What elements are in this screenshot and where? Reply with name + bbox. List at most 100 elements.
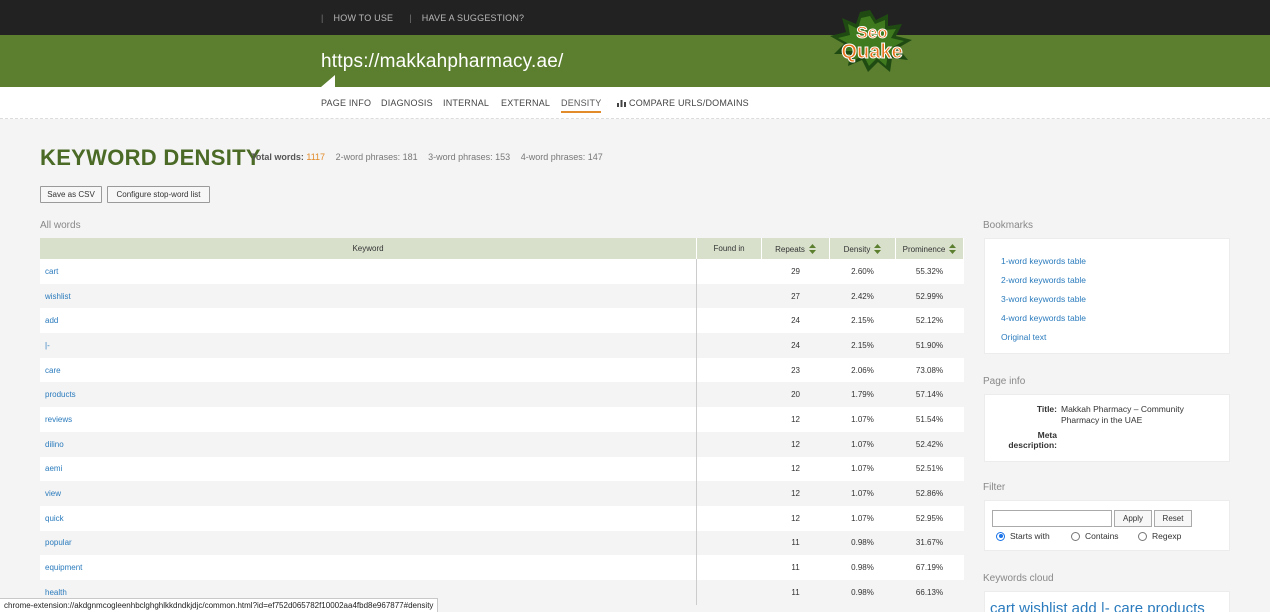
browser-status-bar: chrome-extension://akdgnmcogleenhbclghgh… bbox=[0, 598, 439, 612]
found-in-cell bbox=[696, 259, 762, 284]
tab-external[interactable]: EXTERNAL bbox=[501, 98, 550, 108]
repeats-cell: 24 bbox=[761, 308, 830, 334]
keyword-cell[interactable]: aemi bbox=[40, 456, 698, 482]
filter-heading: Filter bbox=[983, 482, 1006, 493]
page-info-heading: Page info bbox=[983, 376, 1026, 387]
keyword-cell[interactable]: quick bbox=[40, 505, 698, 531]
nav-separator: | bbox=[409, 12, 412, 23]
meta-label: Meta bbox=[1037, 430, 1057, 440]
keyword-cell[interactable]: wishlist bbox=[40, 283, 698, 309]
prominence-cell: 66.13% bbox=[895, 579, 964, 605]
repeats-cell: 23 bbox=[761, 357, 830, 383]
repeats-cell: 24 bbox=[761, 333, 830, 358]
repeats-cell: 12 bbox=[761, 456, 830, 482]
table-row: view 12 1.07% 52.86% bbox=[40, 481, 964, 506]
bookmark-original-text[interactable]: Original text bbox=[1001, 332, 1213, 342]
sort-icon[interactable] bbox=[874, 243, 882, 254]
keyword-cell[interactable]: equipment bbox=[40, 555, 698, 580]
keyword-cell[interactable]: reviews bbox=[40, 407, 698, 432]
repeats-cell: 11 bbox=[761, 555, 830, 580]
table-row: products 20 1.79% 57.14% bbox=[40, 382, 964, 408]
repeats-cell: 20 bbox=[761, 382, 830, 408]
radio-starts-with[interactable]: Starts with bbox=[996, 531, 1050, 541]
found-in-cell bbox=[696, 555, 762, 580]
bookmark-4-word[interactable]: 4-word keywords table bbox=[1001, 313, 1213, 323]
logo-text-quake: Quake bbox=[841, 41, 902, 63]
repeats-cell: 11 bbox=[761, 579, 830, 605]
keyword-cell[interactable]: cart bbox=[40, 259, 698, 284]
radio-contains[interactable]: Contains bbox=[1071, 531, 1119, 541]
meta-description-label: description: bbox=[1008, 440, 1057, 450]
radio-regexp[interactable]: Regexp bbox=[1138, 531, 1181, 541]
prominence-cell: 73.08% bbox=[895, 357, 964, 383]
configure-stopwords-button[interactable]: Configure stop-word list bbox=[107, 186, 210, 203]
prominence-cell: 67.19% bbox=[895, 555, 964, 580]
found-in-cell bbox=[696, 283, 762, 309]
table-row: quick 12 1.07% 52.95% bbox=[40, 505, 964, 531]
density-cell: 1.07% bbox=[829, 431, 896, 457]
found-in-cell bbox=[696, 308, 762, 334]
density-header-label: Density bbox=[843, 244, 871, 254]
how-to-use-link[interactable]: HOW TO USE bbox=[334, 13, 394, 23]
bookmark-3-word[interactable]: 3-word keywords table bbox=[1001, 294, 1213, 304]
tab-internal[interactable]: INTERNAL bbox=[443, 98, 489, 108]
filter-reset-button[interactable]: Reset bbox=[1154, 510, 1192, 527]
repeats-cell: 12 bbox=[761, 481, 830, 506]
radio-regexp-label: Regexp bbox=[1152, 531, 1182, 541]
density-cell: 2.06% bbox=[829, 357, 896, 383]
prominence-cell: 55.32% bbox=[895, 259, 964, 284]
total-words-label: Total words: bbox=[251, 152, 304, 162]
save-csv-button[interactable]: Save as CSV bbox=[40, 186, 102, 203]
keyword-cell[interactable]: products bbox=[40, 382, 698, 408]
bookmarks-heading: Bookmarks bbox=[983, 220, 1034, 231]
repeats-header-label: Repeats bbox=[775, 244, 805, 254]
prominence-cell: 52.86% bbox=[895, 481, 964, 506]
found-in-cell bbox=[696, 456, 762, 482]
three-word-phrases: 3-word phrases: 153 bbox=[428, 152, 511, 162]
repeats-column-header[interactable]: Repeats bbox=[761, 238, 831, 259]
table-row: care 23 2.06% 73.08% bbox=[40, 357, 964, 383]
table-row: equipment 11 0.98% 67.19% bbox=[40, 555, 964, 580]
prominence-column-header[interactable]: Prominence bbox=[895, 238, 965, 259]
total-words-value: 1117 bbox=[306, 152, 326, 162]
bookmark-2-word[interactable]: 2-word keywords table bbox=[1001, 275, 1213, 285]
tab-compare-urls[interactable]: COMPARE URLS/DOMAINS bbox=[617, 98, 749, 108]
repeats-cell: 27 bbox=[761, 283, 830, 309]
prominence-cell: 51.90% bbox=[895, 333, 964, 358]
header-notch bbox=[321, 75, 335, 87]
suggestion-link[interactable]: HAVE A SUGGESTION? bbox=[422, 13, 524, 23]
tab-density[interactable]: DENSITY bbox=[561, 98, 602, 113]
density-cell: 2.15% bbox=[829, 308, 896, 334]
table-header-row: Keyword Found in Repeats Density Promine… bbox=[40, 238, 965, 259]
filter-input[interactable] bbox=[992, 510, 1112, 527]
keyword-cell[interactable]: popular bbox=[40, 530, 698, 556]
sort-icon[interactable] bbox=[949, 243, 957, 254]
keyword-cell[interactable]: |- bbox=[40, 333, 698, 358]
keyword-cell[interactable]: view bbox=[40, 481, 698, 506]
prominence-cell: 52.95% bbox=[895, 505, 964, 531]
tab-bar: PAGE INFO DIAGNOSIS INTERNAL EXTERNAL DE… bbox=[0, 87, 1270, 119]
radio-selected-icon bbox=[996, 531, 1005, 541]
found-in-cell bbox=[696, 505, 762, 531]
keyword-cell[interactable]: care bbox=[40, 357, 698, 383]
page-title: KEYWORD DENSITY bbox=[40, 145, 261, 170]
filter-apply-button[interactable]: Apply bbox=[1114, 510, 1152, 527]
density-cell: 1.07% bbox=[829, 456, 896, 482]
table-row: reviews 12 1.07% 51.54% bbox=[40, 407, 964, 432]
found-in-cell bbox=[696, 357, 762, 383]
keyword-column-header[interactable]: Keyword bbox=[40, 238, 698, 259]
table-row: aemi 12 1.07% 52.51% bbox=[40, 456, 964, 482]
sort-icon[interactable] bbox=[808, 243, 816, 254]
density-cell: 2.60% bbox=[829, 259, 896, 284]
keyword-cell[interactable]: add bbox=[40, 308, 698, 334]
bar-chart-icon bbox=[617, 100, 626, 107]
keyword-cell[interactable]: dilino bbox=[40, 431, 698, 457]
keywords-cloud[interactable]: cart wishlist add |- care products bbox=[990, 599, 1228, 612]
bookmarks-panel: 1-word keywords table 2-word keywords ta… bbox=[984, 238, 1230, 354]
title-label: Title: bbox=[1036, 404, 1057, 414]
repeats-cell: 12 bbox=[761, 505, 830, 531]
tab-page-info[interactable]: PAGE INFO bbox=[321, 98, 371, 108]
bookmark-1-word[interactable]: 1-word keywords table bbox=[1001, 256, 1213, 266]
density-column-header[interactable]: Density bbox=[829, 238, 896, 259]
tab-diagnosis[interactable]: DIAGNOSIS bbox=[381, 98, 433, 108]
